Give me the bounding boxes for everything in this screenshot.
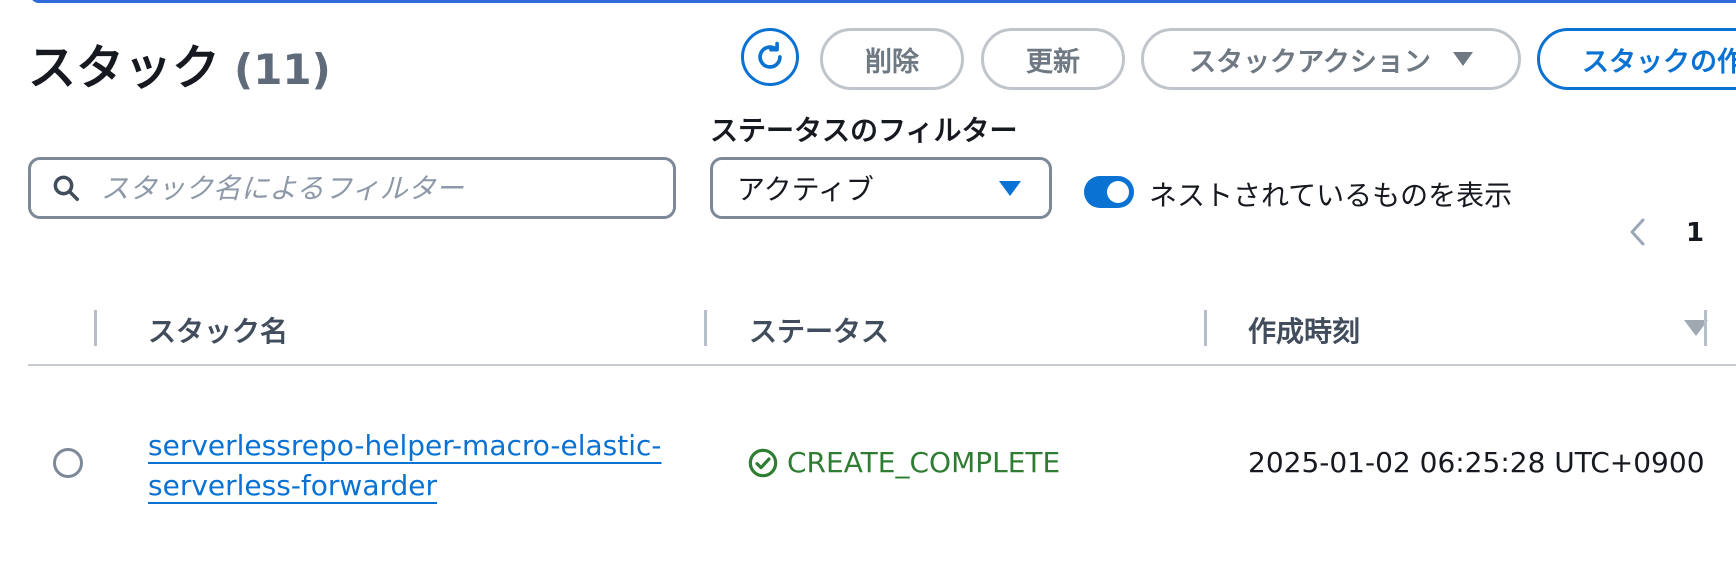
- column-header-stack-name[interactable]: スタック名: [148, 310, 288, 350]
- top-accent-bar: [30, 0, 1736, 3]
- column-separator[interactable]: [94, 310, 97, 346]
- status-filter-label: ステータスのフィルター: [710, 114, 1018, 147]
- previous-page-icon[interactable]: [1624, 216, 1652, 248]
- page-title-text: スタック: [28, 40, 221, 96]
- column-separator[interactable]: [1204, 310, 1207, 346]
- column-separator[interactable]: [704, 310, 707, 346]
- success-check-icon: [748, 448, 778, 477]
- table-header: スタック名 ステータス 作成時刻: [28, 302, 1736, 366]
- column-header-created-time[interactable]: 作成時刻: [1248, 310, 1360, 350]
- stack-actions-button[interactable]: スタックアクション: [1141, 28, 1521, 90]
- current-page-number[interactable]: 1: [1686, 218, 1704, 248]
- stack-count: (11): [234, 45, 331, 94]
- stack-status: CREATE_COMPLETE: [747, 446, 1060, 479]
- page-title: スタック (11): [28, 28, 331, 98]
- status-filter-select[interactable]: アクティブ: [710, 157, 1052, 219]
- stack-created-time: 2025-01-02 06:25:28 UTC+0900: [1248, 446, 1705, 479]
- column-separator[interactable]: [1704, 310, 1707, 346]
- search-icon: [53, 175, 79, 201]
- stack-actions-label: スタックアクション: [1189, 46, 1431, 78]
- table-row: serverlessrepo-helper-macro-elastic-serv…: [28, 366, 1736, 562]
- update-button[interactable]: 更新: [981, 28, 1125, 90]
- stack-status-text: CREATE_COMPLETE: [787, 446, 1061, 479]
- column-header-status[interactable]: ステータス: [749, 310, 889, 350]
- create-stack-button[interactable]: スタックの作成: [1537, 28, 1736, 90]
- refresh-button[interactable]: [741, 28, 799, 86]
- toggle-knob: [1107, 181, 1129, 203]
- delete-button[interactable]: 削除: [820, 28, 964, 90]
- cloudformation-stacks-page: スタック (11) 削除 更新 スタックアクション スタックの作成 ステータスの…: [0, 0, 1736, 562]
- create-stack-label: スタックの作成: [1582, 46, 1736, 78]
- row-select-radio[interactable]: [53, 448, 83, 478]
- delete-button-label: 削除: [865, 46, 919, 78]
- show-nested-toggle[interactable]: [1084, 176, 1134, 208]
- stack-name-link[interactable]: serverlessrepo-helper-macro-elastic-serv…: [148, 426, 668, 506]
- show-nested-label: ネストされているものを表示: [1149, 179, 1513, 212]
- update-button-label: 更新: [1026, 46, 1080, 78]
- caret-down-icon: [999, 180, 1021, 196]
- stack-search-field[interactable]: [28, 157, 676, 219]
- stack-search-input[interactable]: [99, 170, 623, 206]
- caret-down-icon: [1452, 52, 1473, 66]
- refresh-icon: [758, 41, 782, 69]
- status-filter-value: アクティブ: [737, 173, 874, 206]
